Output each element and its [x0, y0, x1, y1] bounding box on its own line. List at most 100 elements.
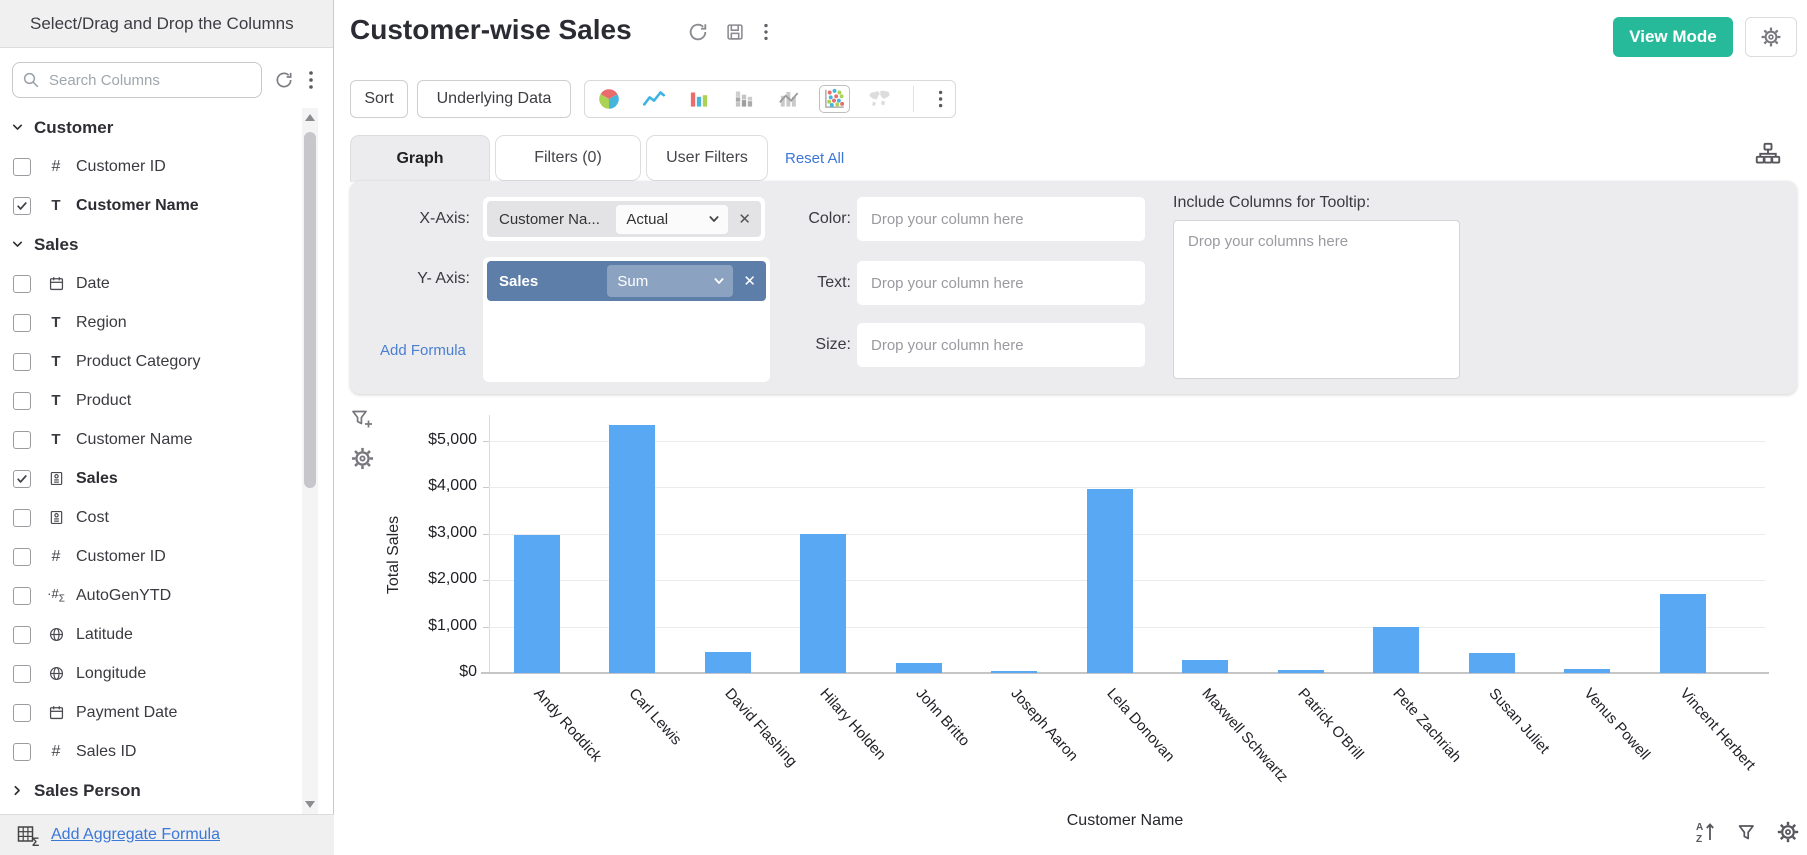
column-item[interactable]: #Sales ID — [0, 732, 300, 771]
filter-add-icon[interactable] — [349, 407, 376, 434]
checkbox[interactable] — [13, 743, 31, 761]
size-dropzone[interactable]: Drop your column here — [857, 323, 1145, 367]
bar-maxwell-schwartz[interactable] — [1182, 660, 1228, 673]
checkbox[interactable] — [13, 704, 31, 722]
table-group-sales[interactable]: Sales — [0, 225, 300, 264]
tab-filters[interactable]: Filters (0) — [495, 135, 641, 181]
checkbox[interactable] — [13, 314, 31, 332]
pie-chart-icon[interactable] — [593, 85, 624, 113]
color-dropzone[interactable]: Drop your column here — [857, 197, 1145, 241]
checkbox[interactable] — [13, 509, 31, 527]
column-list: Customer#Customer IDTCustomer NameSalesD… — [0, 108, 300, 812]
checkbox[interactable] — [13, 587, 31, 605]
tab-graph[interactable]: Graph — [350, 135, 490, 182]
reset-all-link[interactable]: Reset All — [785, 135, 844, 181]
scrollbar-thumb[interactable] — [304, 132, 316, 488]
combination-chart-icon[interactable] — [773, 85, 804, 113]
checkbox[interactable] — [13, 197, 31, 215]
bar-lela-donovan[interactable] — [1087, 489, 1133, 673]
column-label: Latitude — [76, 626, 133, 644]
columns-sidebar: Select/Drag and Drop the Columns Custome… — [0, 0, 334, 855]
column-item[interactable]: Sales — [0, 459, 300, 498]
size-label: Size: — [745, 336, 851, 354]
bar-david-flashing[interactable] — [705, 652, 751, 673]
gear-icon[interactable] — [1775, 819, 1801, 845]
bar-joseph-aaron[interactable] — [991, 671, 1037, 673]
table-group-sales-person[interactable]: Sales Person — [0, 771, 300, 810]
column-item[interactable]: Date — [0, 264, 300, 303]
bar-john-britto[interactable] — [896, 663, 942, 673]
bar-chart-icon[interactable] — [683, 85, 714, 113]
tooltip-columns-label: Include Columns for Tooltip: — [1173, 194, 1370, 212]
bar-susan-juliet[interactable] — [1469, 653, 1515, 673]
column-item[interactable]: TCustomer Name — [0, 186, 300, 225]
gridline — [489, 441, 1765, 442]
chevron-down-icon — [10, 237, 25, 252]
y-aggregate-dropdown[interactable]: Sum — [607, 265, 733, 297]
checkbox[interactable] — [13, 470, 31, 488]
add-formula-link[interactable]: Add Formula — [380, 342, 466, 359]
bar-andy-roddick[interactable] — [514, 535, 560, 673]
filter-icon[interactable] — [1735, 821, 1759, 845]
text-dropzone[interactable]: Drop your column here — [857, 261, 1145, 305]
view-mode-button[interactable]: View Mode — [1613, 17, 1733, 57]
toolbar-divider — [913, 86, 914, 112]
scrollbar-down-arrow[interactable] — [305, 801, 315, 808]
column-item[interactable]: Longitude — [0, 654, 300, 693]
x-tick-label: David Flashing — [721, 685, 800, 770]
sort-button[interactable]: Sort — [350, 80, 408, 118]
refresh-view-icon[interactable] — [687, 21, 709, 43]
bar-vincent-herbert[interactable] — [1660, 594, 1706, 673]
globe-icon — [47, 664, 66, 683]
column-item[interactable]: Payment Date — [0, 693, 300, 732]
checkbox[interactable] — [13, 548, 31, 566]
checkbox[interactable] — [13, 431, 31, 449]
column-item[interactable]: #Customer ID — [0, 537, 300, 576]
chart-types-more-icon[interactable] — [934, 87, 947, 111]
checkbox[interactable] — [13, 353, 31, 371]
x-aggregate-dropdown[interactable]: Actual — [616, 205, 728, 234]
column-item[interactable]: Latitude — [0, 615, 300, 654]
checkbox[interactable] — [13, 275, 31, 293]
line-chart-icon[interactable] — [638, 85, 669, 113]
checkbox[interactable] — [13, 392, 31, 410]
table-group-customer[interactable]: Customer — [0, 108, 300, 147]
x-axis-dropzone[interactable]: Customer Na... Actual ✕ — [483, 197, 765, 241]
sort-az-icon[interactable] — [1693, 819, 1719, 845]
y-axis-pill[interactable]: Sales Sum ✕ — [487, 261, 766, 301]
bar-carl-lewis[interactable] — [609, 425, 655, 673]
sidebar-scrollbar[interactable] — [302, 108, 318, 814]
bar-venus-powell[interactable] — [1564, 669, 1610, 673]
refresh-columns-icon[interactable] — [274, 70, 294, 90]
search-input[interactable] — [12, 62, 262, 98]
y-axis-dropzone[interactable]: Sales Sum ✕ — [483, 257, 770, 382]
column-item[interactable]: TCustomer Name — [0, 420, 300, 459]
tab-user-filters[interactable]: User Filters — [646, 135, 768, 181]
checkbox[interactable] — [13, 626, 31, 644]
column-item[interactable]: TRegion — [0, 303, 300, 342]
map-chart-icon[interactable] — [864, 85, 895, 113]
column-item[interactable]: TProduct Category — [0, 342, 300, 381]
title-menu-icon[interactable] — [759, 21, 773, 43]
checkbox[interactable] — [13, 158, 31, 176]
column-item[interactable]: #Customer ID — [0, 147, 300, 186]
checkbox[interactable] — [13, 665, 31, 683]
tooltip-dropzone[interactable]: Drop your columns here — [1173, 220, 1460, 379]
bar-patrick-o-brill[interactable] — [1278, 670, 1324, 673]
hierarchy-icon[interactable] — [1753, 140, 1783, 170]
add-aggregate-formula-link[interactable]: Add Aggregate Formula — [51, 826, 220, 844]
column-item[interactable]: Cost — [0, 498, 300, 537]
x-axis-pill[interactable]: Customer Na... Actual ✕ — [487, 201, 761, 237]
settings-button[interactable] — [1745, 17, 1797, 57]
stacked-bar-chart-icon[interactable] — [728, 85, 759, 113]
save-icon[interactable] — [724, 21, 746, 43]
bar-hilary-holden[interactable] — [800, 534, 846, 673]
chart-settings-gear-icon[interactable] — [349, 445, 376, 472]
scatter-chart-icon[interactable] — [819, 85, 850, 113]
bar-pete-zachriah[interactable] — [1373, 627, 1419, 673]
column-item[interactable]: TProduct — [0, 381, 300, 420]
sidebar-menu-icon[interactable] — [304, 68, 318, 92]
column-item[interactable]: ·#ΣAutoGenYTD — [0, 576, 300, 615]
scrollbar-up-arrow[interactable] — [305, 114, 315, 121]
underlying-data-button[interactable]: Underlying Data — [417, 80, 571, 118]
